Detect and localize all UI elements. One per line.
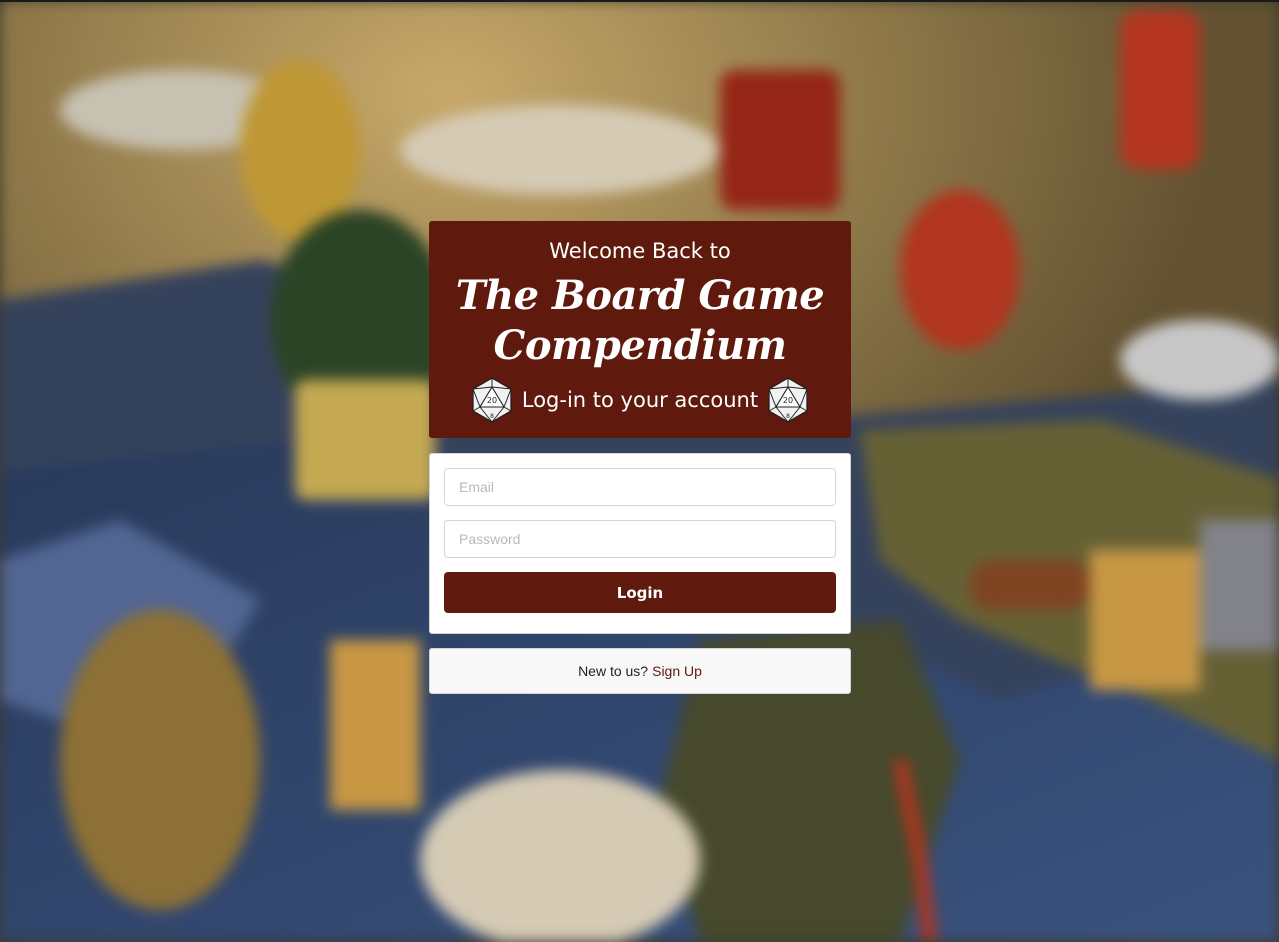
top-border-line [0, 0, 1279, 2]
signup-link[interactable]: Sign Up [652, 663, 702, 679]
login-subtitle: Log-in to your account [521, 388, 759, 412]
svg-text:20: 20 [783, 396, 793, 405]
subtitle-row: 20 8 Log-in to your account 20 8 [429, 377, 851, 423]
password-input[interactable] [444, 520, 836, 558]
d20-die-icon: 20 8 [768, 377, 808, 423]
welcome-text: Welcome Back to [549, 239, 731, 263]
svg-text:20: 20 [487, 396, 497, 405]
svg-text:8: 8 [786, 413, 790, 420]
welcome-header-panel: Welcome Back to The Board Game Compendiu… [429, 221, 851, 438]
login-button[interactable]: Login [444, 572, 836, 613]
email-input[interactable] [444, 468, 836, 506]
signup-prompt: New to us? [578, 663, 649, 679]
signup-message: New to us? Sign Up [429, 648, 851, 694]
site-title: The Board Game Compendium [455, 272, 825, 369]
login-form: Login [429, 453, 851, 634]
d20-die-icon: 20 8 [472, 377, 512, 423]
svg-text:8: 8 [490, 413, 494, 420]
